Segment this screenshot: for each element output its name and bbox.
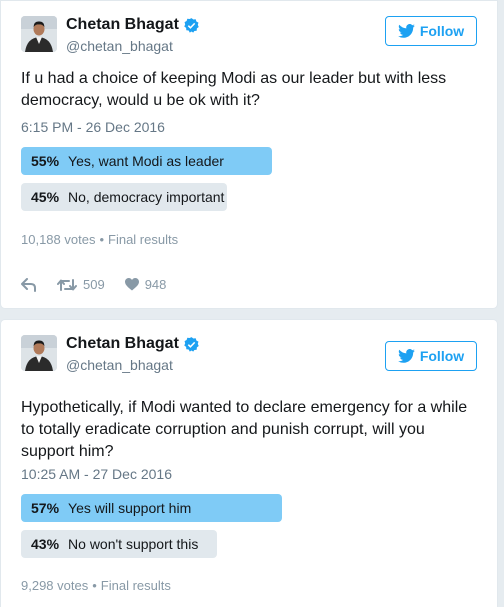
- reply-button[interactable]: [21, 277, 37, 292]
- author-row: Chetan Bhagat: [66, 335, 200, 353]
- tweet-text: If u had a choice of keeping Modi as our…: [21, 70, 447, 109]
- vote-count: 10,188 votes: [21, 232, 96, 247]
- poll-option-bar: 45% No, democracy important: [21, 183, 227, 211]
- poll-option-percent: 43%: [31, 536, 60, 552]
- retweet-icon: [57, 278, 77, 291]
- poll-option-label: No won't support this: [68, 536, 199, 552]
- poll-option-label: Yes, want Modi as leader: [68, 153, 224, 169]
- poll-status: Final results: [108, 232, 179, 247]
- tweet-timestamp[interactable]: 10:25 AM - 27 Dec 2016: [21, 466, 172, 482]
- tweet-actions: 509 948: [21, 277, 186, 292]
- author-name[interactable]: Chetan Bhagat: [66, 16, 179, 34]
- heart-icon: [124, 278, 139, 291]
- author-name[interactable]: Chetan Bhagat: [66, 335, 179, 353]
- retweet-count: 509: [83, 277, 105, 292]
- verified-badge-icon: [184, 336, 199, 352]
- tweet-card: Chetan Bhagat @chetan_bhagat Follow If u…: [0, 0, 498, 309]
- separator-dot: •: [99, 232, 105, 247]
- avatar[interactable]: [21, 16, 57, 52]
- author-row: Chetan Bhagat: [66, 16, 200, 34]
- poll-option-label: Yes will support him: [68, 500, 192, 516]
- reply-icon: [21, 277, 36, 292]
- follow-button[interactable]: Follow: [385, 341, 477, 371]
- twitter-bird-icon: [397, 24, 415, 38]
- author-handle[interactable]: @chetan_bhagat: [66, 357, 173, 373]
- poll-option-percent: 45%: [31, 189, 60, 205]
- poll-option-label: No, democracy important: [68, 189, 225, 205]
- avatar-image: [21, 16, 57, 52]
- poll-status: Final results: [100, 578, 171, 593]
- like-count: 948: [144, 277, 167, 292]
- follow-label: Follow: [419, 23, 465, 39]
- tweet-timestamp[interactable]: 6:15 PM - 26 Dec 2016: [21, 119, 165, 135]
- poll-option-bar: 57% Yes will support him: [21, 494, 282, 522]
- separator-dot: •: [92, 578, 97, 593]
- poll-votes: 9,298 votes • Final results: [21, 578, 171, 593]
- poll-votes: 10,188 votes • Final results: [21, 232, 178, 247]
- verified-badge-icon: [184, 17, 199, 33]
- author-handle[interactable]: @chetan_bhagat: [66, 38, 173, 54]
- tweet-card: Chetan Bhagat @chetan_bhagat Follow Hypo…: [0, 319, 498, 607]
- avatar[interactable]: [21, 335, 57, 371]
- like-button[interactable]: 948: [124, 277, 167, 292]
- poll-option-bar: 43% No won't support this: [21, 530, 217, 558]
- poll-option-percent: 55%: [31, 153, 60, 169]
- poll-option-bar: 55% Yes, want Modi as leader: [21, 147, 272, 175]
- follow-button[interactable]: Follow: [385, 16, 477, 46]
- tweet-text: Hypothetically, if Modi wanted to declar…: [21, 399, 468, 460]
- vote-count: 9,298 votes: [21, 578, 89, 593]
- follow-label: Follow: [419, 348, 465, 364]
- poll-option-percent: 57%: [31, 500, 60, 516]
- retweet-button[interactable]: 509: [57, 277, 105, 292]
- twitter-bird-icon: [397, 349, 415, 363]
- avatar-image: [21, 335, 57, 371]
